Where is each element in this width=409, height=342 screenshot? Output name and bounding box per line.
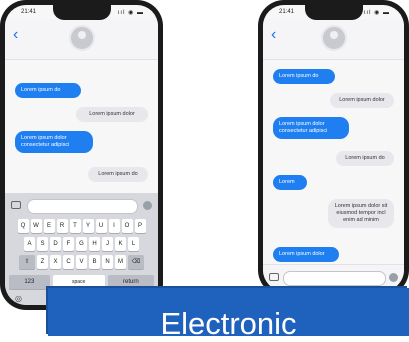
message-bubble-received[interactable]: Lorem ipsum do xyxy=(336,151,394,166)
key[interactable]: G xyxy=(76,237,87,251)
key[interactable]: X xyxy=(50,255,61,269)
message-bubble-sent[interactable]: Lorem ipsum do xyxy=(273,69,335,84)
keyboard-row-3: ⇧ Z X C V B N M ⌫ xyxy=(9,255,154,269)
keyboard-row-2: A S D F G H J K L xyxy=(9,237,154,251)
message-input[interactable] xyxy=(27,199,138,214)
key[interactable]: R xyxy=(56,219,68,233)
message-bubble-sent[interactable]: Lorem ipsum dolor consectetur adipisci xyxy=(273,117,349,139)
key[interactable]: S xyxy=(37,237,48,251)
key[interactable]: E xyxy=(43,219,55,233)
key[interactable]: V xyxy=(76,255,87,269)
globe-icon[interactable]: ◎ xyxy=(15,294,22,303)
message-bubble-received[interactable]: Lorem ipsum dolor xyxy=(76,107,148,122)
key[interactable]: D xyxy=(50,237,61,251)
right-phone-screen: 21:41 ııl ◉ ▬ ‹ Lorem ipsum do Lorem ips… xyxy=(263,5,404,291)
key[interactable]: K xyxy=(115,237,126,251)
send-icon[interactable] xyxy=(389,273,398,282)
camera-icon[interactable] xyxy=(269,273,279,281)
key[interactable]: F xyxy=(63,237,74,251)
key[interactable]: L xyxy=(128,237,139,251)
chat-header: ‹ xyxy=(5,19,158,60)
banner-title: Electronic xyxy=(160,306,297,341)
back-chevron-icon[interactable]: ‹ xyxy=(271,27,276,43)
message-input-bar xyxy=(11,199,152,214)
back-chevron-icon[interactable]: ‹ xyxy=(13,27,18,43)
keyboard-row-bottom: 123 space return xyxy=(9,275,155,289)
notch xyxy=(52,5,111,20)
message-bubble-sent[interactable]: Lorem ipsum do xyxy=(15,83,81,98)
key[interactable]: B xyxy=(89,255,100,269)
message-bubble-sent[interactable]: Lorem xyxy=(273,175,307,190)
message-bubble-received[interactable]: Lorem ipsum do xyxy=(88,167,148,182)
left-phone: 21:41 ııl ◉ ▬ ‹ Lorem ipsum do Lorem ips… xyxy=(0,0,163,310)
message-bubble-received[interactable]: Lorem ipsum dolor xyxy=(330,93,394,108)
message-bubble-sent[interactable]: Lorem ipsum dolor consectetur adipisci xyxy=(15,131,93,153)
message-input[interactable] xyxy=(283,271,386,286)
camera-icon[interactable] xyxy=(11,201,21,209)
keyboard-row-1: Q W E R T Y U I O P xyxy=(9,219,154,233)
contact-avatar[interactable] xyxy=(320,25,347,51)
key[interactable]: O xyxy=(121,219,133,233)
key[interactable]: Q xyxy=(17,219,29,233)
send-icon[interactable] xyxy=(143,201,152,210)
message-input-bar xyxy=(263,264,404,291)
notch xyxy=(304,5,363,20)
contact-avatar[interactable] xyxy=(68,25,95,51)
key[interactable]: A xyxy=(24,237,35,251)
key[interactable]: Y xyxy=(82,219,94,233)
left-phone-screen: 21:41 ııl ◉ ▬ ‹ Lorem ipsum do Lorem ips… xyxy=(5,5,158,305)
status-time: 21:41 xyxy=(279,9,295,15)
numbers-key[interactable]: 123 xyxy=(9,275,50,289)
message-bubble-received[interactable]: Lorem ipsum dolor sit eiusmod tempor inc… xyxy=(328,199,394,228)
key[interactable]: C xyxy=(63,255,74,269)
return-key[interactable]: return xyxy=(107,275,155,289)
key[interactable]: Z xyxy=(37,255,48,269)
message-bubble-sent[interactable]: Lorem ipsum dolor xyxy=(273,247,339,262)
key[interactable]: T xyxy=(69,219,81,233)
chat-header: ‹ xyxy=(263,19,404,60)
key[interactable]: P xyxy=(134,219,146,233)
status-time: 21:41 xyxy=(21,9,37,15)
backspace-key[interactable]: ⌫ xyxy=(128,255,144,269)
key[interactable]: W xyxy=(30,219,42,233)
key[interactable]: U xyxy=(95,219,107,233)
space-key[interactable]: space xyxy=(52,275,105,289)
status-icons: ııl ◉ ▬ xyxy=(363,10,390,16)
status-icons: ııl ◉ ▬ xyxy=(117,10,144,16)
title-banner: Electronic xyxy=(48,288,409,341)
shift-key[interactable]: ⇧ xyxy=(19,255,35,269)
right-phone: 21:41 ııl ◉ ▬ ‹ Lorem ipsum do Lorem ips… xyxy=(258,0,409,296)
key[interactable]: I xyxy=(108,219,120,233)
key[interactable]: H xyxy=(89,237,100,251)
key[interactable]: J xyxy=(102,237,113,251)
key[interactable]: N xyxy=(102,255,113,269)
key[interactable]: M xyxy=(115,255,126,269)
